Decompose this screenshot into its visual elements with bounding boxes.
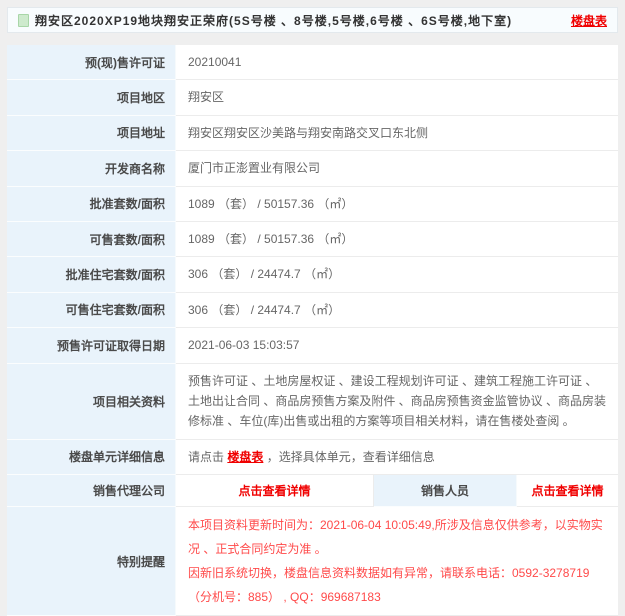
related-docs-text: 预售许可证 、土地房屋权证 、建设工程规划许可证 、建筑工程施工许可证 、土地出… <box>176 363 618 440</box>
row-value: 厦门市正澎置业有限公司 <box>176 151 618 187</box>
header-bar: 翔安区2020XP19地块翔安正荣府(5S号楼 、8号楼,5号楼,6号楼 、6S… <box>7 7 618 33</box>
unit-info-suffix: ，选择具体单元，查看详细信息 <box>263 449 435 464</box>
table-row-developer: 开发商名称 厦门市正澎置业有限公司 <box>7 151 618 187</box>
table-row-permit: 预(现)售许可证 20210041 <box>7 45 618 81</box>
table-row-address: 项目地址 翔安区翔安区沙美路与翔安南路交叉口东北侧 <box>7 115 618 152</box>
row-label: 项目相关资料 <box>7 363 176 440</box>
notice-line-1: 本项目资料更新时间为：2021-06-04 10:05:49,所涉及信息仅供参考… <box>188 518 603 557</box>
row-label: 可售套数/面积 <box>7 221 176 258</box>
row-label: 项目地区 <box>7 80 176 116</box>
table-row-sellable-residential: 可售住宅套数/面积 306 （套） / 24474.7 （㎡） <box>7 292 618 329</box>
row-value: 20210041 <box>176 45 618 81</box>
staff-detail-link[interactable]: 点击查看详情 <box>517 475 618 508</box>
row-value: 306 （套） / 24474.7 （㎡） <box>176 292 618 329</box>
notice-line-2: 因新旧系统切换，楼盘信息资料数据如有异常，请联系电话：0592-3278719 … <box>188 566 590 605</box>
property-info-table: 预(现)售许可证 20210041 项目地区 翔安区 项目地址 翔安区翔安区沙美… <box>7 45 618 616</box>
table-row-approved-residential: 批准住宅套数/面积 306 （套） / 24474.7 （㎡） <box>7 257 618 293</box>
table-row-permit-date: 预售许可证取得日期 2021-06-03 15:03:57 <box>7 328 618 364</box>
table-row-agency: 销售代理公司 点击查看详情 销售人员 点击查看详情 <box>7 475 618 508</box>
unit-info-cell: 请点击 楼盘表 ，选择具体单元，查看详细信息 <box>176 439 618 476</box>
property-info-page: 翔安区2020XP19地块翔安正荣府(5S号楼 、8号楼,5号楼,6号楼 、6S… <box>7 7 618 616</box>
table-row-district: 项目地区 翔安区 <box>7 80 618 116</box>
document-icon <box>18 13 29 27</box>
row-value: 306 （套） / 24474.7 （㎡） <box>176 257 618 293</box>
row-value: 翔安区 <box>176 80 618 116</box>
row-label: 开发商名称 <box>7 151 176 187</box>
unit-info-prefix: 请点击 <box>188 449 228 464</box>
building-table-inline-link[interactable]: 楼盘表 <box>227 450 263 464</box>
special-notice-cell: 本项目资料更新时间为：2021-06-04 10:05:49,所涉及信息仅供参考… <box>176 507 618 616</box>
table-row-approved-units: 批准套数/面积 1089 （套） / 50157.36 （㎡） <box>7 186 618 222</box>
row-label: 预(现)售许可证 <box>7 45 176 81</box>
row-label: 可售住宅套数/面积 <box>7 292 176 329</box>
row-value: 2021-06-03 15:03:57 <box>176 328 618 364</box>
row-label: 批准套数/面积 <box>7 186 176 222</box>
table-row-related-docs: 项目相关资料 预售许可证 、土地房屋权证 、建设工程规划许可证 、建筑工程施工许… <box>7 363 618 440</box>
row-value: 1089 （套） / 50157.36 （㎡） <box>176 221 618 258</box>
row-value: 翔安区翔安区沙美路与翔安南路交叉口东北侧 <box>176 115 618 152</box>
row-value: 1089 （套） / 50157.36 （㎡） <box>176 186 618 222</box>
sales-staff-label: 销售人员 <box>374 475 517 508</box>
table-row-unit-info: 楼盘单元详细信息 请点击 楼盘表 ，选择具体单元，查看详细信息 <box>7 439 618 476</box>
table-row-sellable-units: 可售套数/面积 1089 （套） / 50157.36 （㎡） <box>7 221 618 258</box>
row-label: 批准住宅套数/面积 <box>7 257 176 293</box>
row-label: 特别提醒 <box>7 507 176 616</box>
table-row-notice: 特别提醒 本项目资料更新时间为：2021-06-04 10:05:49,所涉及信… <box>7 507 618 616</box>
row-label: 项目地址 <box>7 115 176 152</box>
row-label: 楼盘单元详细信息 <box>7 439 176 476</box>
row-label: 预售许可证取得日期 <box>7 328 176 364</box>
page-title: 翔安区2020XP19地块翔安正荣府(5S号楼 、8号楼,5号楼,6号楼 、6S… <box>35 13 513 28</box>
building-table-link[interactable]: 楼盘表 <box>571 12 607 29</box>
agency-detail-link[interactable]: 点击查看详情 <box>176 475 374 508</box>
row-label: 销售代理公司 <box>7 475 176 508</box>
